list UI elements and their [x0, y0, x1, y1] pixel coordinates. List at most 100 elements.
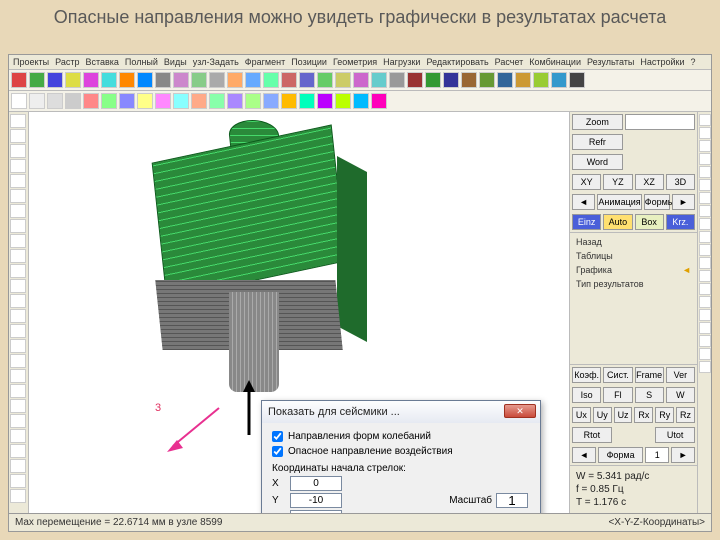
toolbar-button[interactable] [209, 93, 225, 109]
toolbar-button[interactable] [263, 93, 279, 109]
left-tool[interactable] [10, 294, 26, 308]
refresh-button[interactable]: Refr [572, 134, 623, 150]
scale-input[interactable] [496, 493, 528, 508]
far-tool[interactable] [699, 192, 711, 204]
far-tool[interactable] [699, 270, 711, 282]
left-tool[interactable] [10, 429, 26, 443]
menu-tables[interactable]: Таблицы [576, 251, 691, 261]
toolbar-button[interactable] [407, 72, 423, 88]
toolbar-button[interactable] [335, 93, 351, 109]
krz-button[interactable]: Krz. [666, 214, 695, 230]
left-tool[interactable] [10, 219, 26, 233]
far-tool[interactable] [699, 166, 711, 178]
opt-Коэф.[interactable]: Коэф. [572, 367, 601, 383]
toolbar-button[interactable] [65, 72, 81, 88]
toolbar-button[interactable] [335, 72, 351, 88]
view-yz[interactable]: YZ [603, 174, 632, 190]
far-tool[interactable] [699, 348, 711, 360]
toolbar-button[interactable] [47, 93, 63, 109]
left-tool[interactable] [10, 459, 26, 473]
zoom-button[interactable]: Zoom [572, 114, 623, 130]
menu-Проекты[interactable]: Проекты [13, 57, 49, 67]
toolbar-button[interactable] [479, 72, 495, 88]
menu-Позиции[interactable]: Позиции [291, 57, 327, 67]
opt-Rx[interactable]: Rx [634, 407, 653, 423]
left-tool[interactable] [10, 414, 26, 428]
menu-Фрагмент[interactable]: Фрагмент [245, 57, 285, 67]
left-tool[interactable] [10, 144, 26, 158]
opt-Rz[interactable]: Rz [676, 407, 695, 423]
toolbar-button[interactable] [83, 72, 99, 88]
forms-button[interactable]: Формы [644, 194, 670, 210]
toolbar-button[interactable] [533, 72, 549, 88]
3d-viewport[interactable]: 3 Показать для сейсмики ... ✕ Направлени… [29, 112, 569, 513]
left-tool[interactable] [10, 399, 26, 413]
toolbar-button[interactable] [371, 72, 387, 88]
left-tool[interactable] [10, 474, 26, 488]
chk-danger-direction[interactable]: Опасное направление воздействия [272, 446, 530, 457]
left-tool[interactable] [10, 279, 26, 293]
dialog-titlebar[interactable]: Показать для сейсмики ... ✕ [262, 401, 540, 423]
left-tool[interactable] [10, 444, 26, 458]
menu-Нагрузки[interactable]: Нагрузки [383, 57, 420, 67]
far-tool[interactable] [699, 153, 711, 165]
menu-Редактировать[interactable]: Редактировать [426, 57, 488, 67]
opt-Ux[interactable]: Ux [572, 407, 591, 423]
far-tool[interactable] [699, 140, 711, 152]
toolbar-button[interactable] [353, 72, 369, 88]
menu-Комбинации[interactable]: Комбинации [529, 57, 581, 67]
left-tool[interactable] [10, 264, 26, 278]
toolbar-button[interactable] [65, 93, 81, 109]
toolbar-button[interactable] [47, 72, 63, 88]
toolbar-button[interactable] [227, 93, 243, 109]
word-button[interactable]: Word [572, 154, 623, 170]
toolbar-button[interactable] [191, 72, 207, 88]
opt-Iso[interactable]: Iso [572, 387, 601, 403]
toolbar-button[interactable] [155, 72, 171, 88]
far-tool[interactable] [699, 127, 711, 139]
toolbar-button[interactable] [11, 72, 27, 88]
far-tool[interactable] [699, 179, 711, 191]
anim-prev[interactable]: ◄ [572, 194, 595, 210]
toolbar-button[interactable] [119, 72, 135, 88]
chk-mode-directions[interactable]: Направления форм колебаний [272, 431, 530, 442]
toolbar-button[interactable] [281, 72, 297, 88]
far-tool[interactable] [699, 244, 711, 256]
left-tool[interactable] [10, 129, 26, 143]
menu-?[interactable]: ? [691, 57, 696, 67]
menu-узл-Задать[interactable]: узл-Задать [193, 57, 239, 67]
far-tool[interactable] [699, 322, 711, 334]
far-tool[interactable] [699, 257, 711, 269]
view-xy[interactable]: XY [572, 174, 601, 190]
toolbar-button[interactable] [29, 72, 45, 88]
opt-S[interactable]: S [635, 387, 664, 403]
left-tool[interactable] [10, 309, 26, 323]
left-tool[interactable] [10, 369, 26, 383]
left-tool[interactable] [10, 174, 26, 188]
opt-Frame[interactable]: Frame [635, 367, 664, 383]
toolbar-button[interactable] [173, 93, 189, 109]
far-tool[interactable] [699, 231, 711, 243]
toolbar-button[interactable] [227, 72, 243, 88]
toolbar-button[interactable] [461, 72, 477, 88]
far-tool[interactable] [699, 283, 711, 295]
toolbar-button[interactable] [245, 72, 261, 88]
toolbar-button[interactable] [281, 93, 297, 109]
far-tool[interactable] [699, 114, 711, 126]
toolbar-button[interactable] [101, 72, 117, 88]
opt-Rtot[interactable]: Rtot [572, 427, 612, 443]
menu-Результаты[interactable]: Результаты [587, 57, 634, 67]
menu-Вставка[interactable]: Вставка [85, 57, 118, 67]
toolbar-button[interactable] [497, 72, 513, 88]
far-tool[interactable] [699, 309, 711, 321]
left-tool[interactable] [10, 249, 26, 263]
menu-result-type[interactable]: Тип результатов [576, 279, 691, 289]
left-tool[interactable] [10, 189, 26, 203]
box-button[interactable]: Box [635, 214, 664, 230]
toolbar-button[interactable] [317, 72, 333, 88]
left-tool[interactable] [10, 339, 26, 353]
opt-Ver[interactable]: Ver [666, 367, 695, 383]
forma-number[interactable]: 1 [645, 447, 669, 463]
z-input[interactable] [290, 510, 342, 513]
toolbar-button[interactable] [83, 93, 99, 109]
